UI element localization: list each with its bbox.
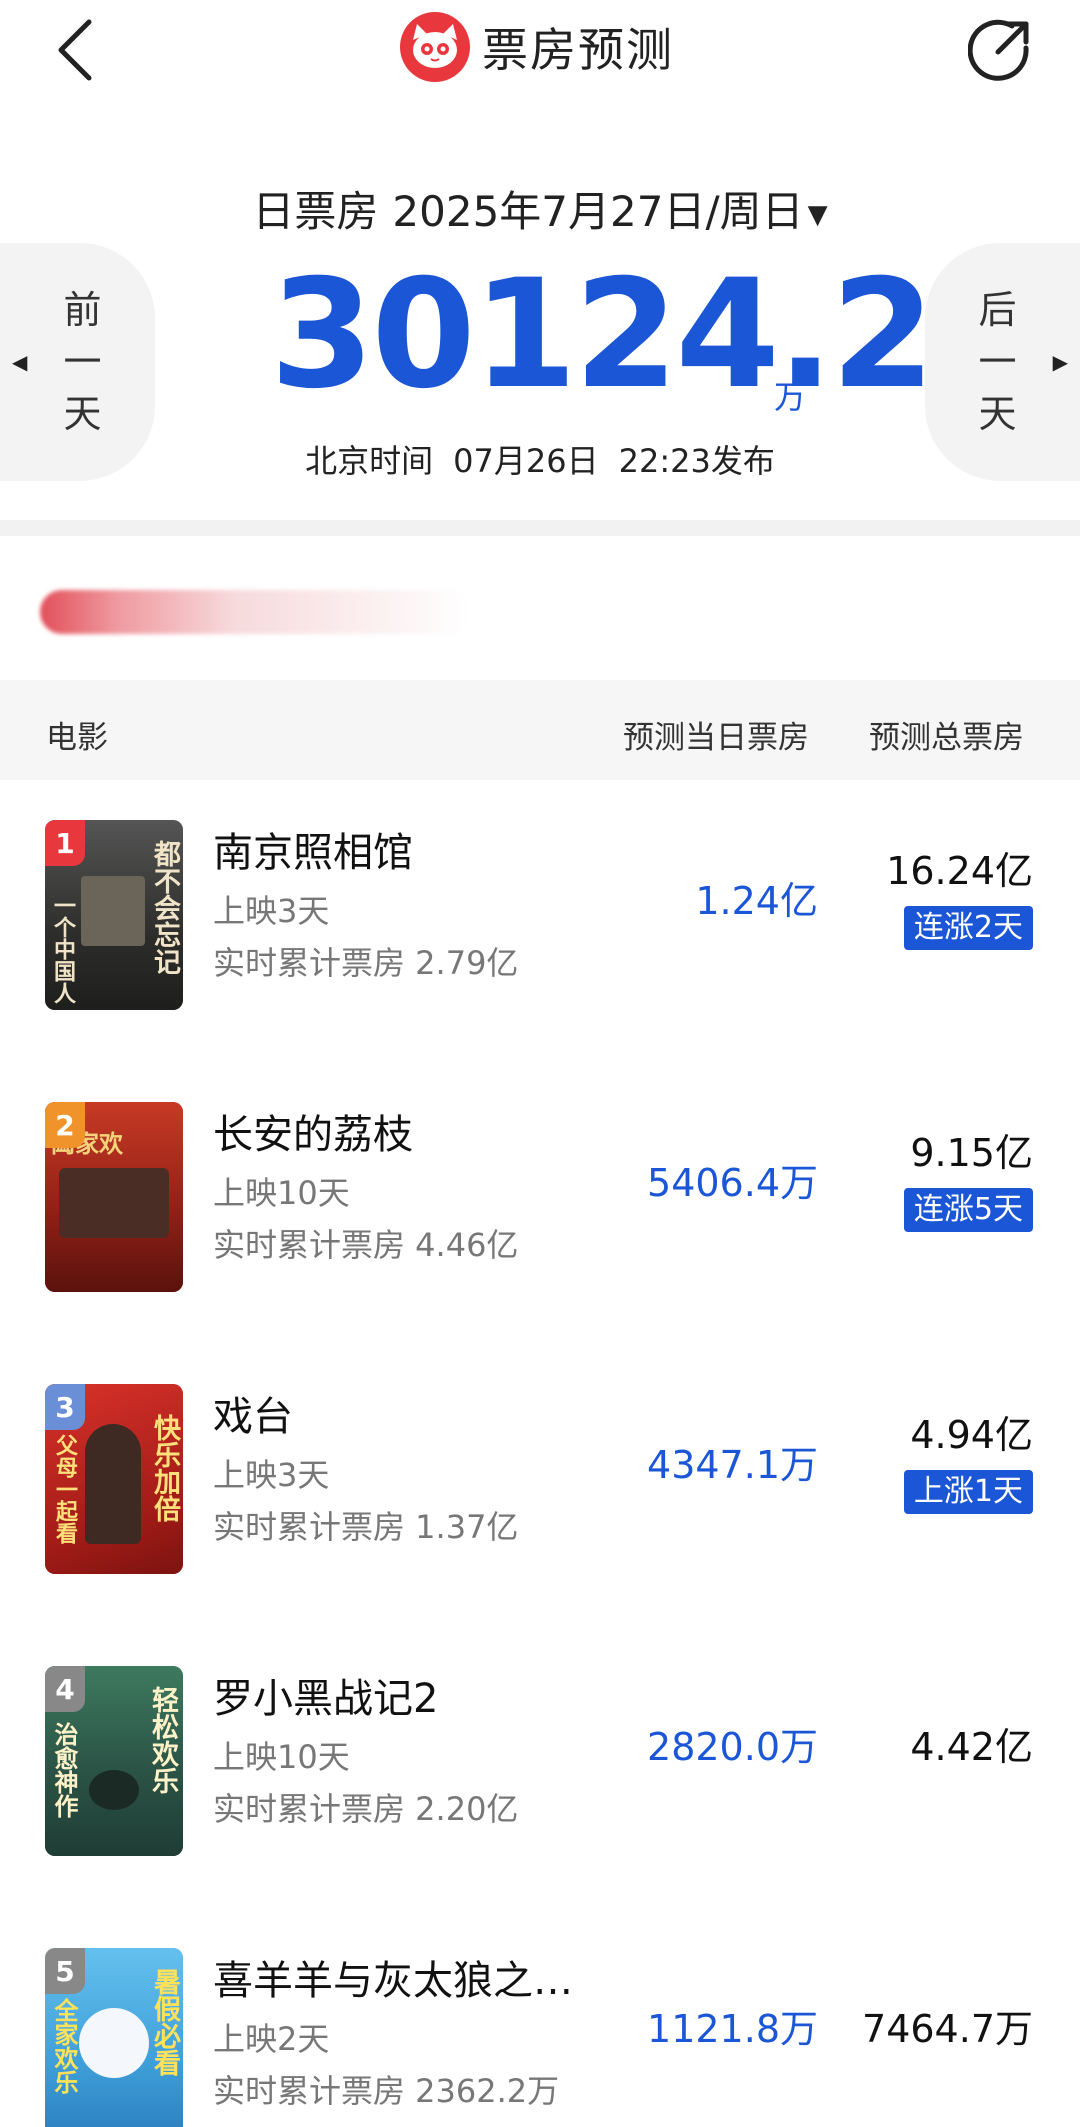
trend-badge: 连涨5天 (903, 1188, 1033, 1232)
day-forecast: 4347.1万 (647, 1443, 818, 1487)
day-forecast: 2820.0万 (647, 1725, 818, 1769)
trend-badge: 上涨1天 (903, 1470, 1033, 1514)
page-title: 票房预测 (482, 23, 674, 77)
rank-badge: 1 (45, 820, 85, 866)
prev-day-char: 天 (63, 392, 102, 436)
day-forecast: 1.24亿 (695, 879, 818, 923)
rank-badge: 2 (45, 1102, 85, 1148)
cat-logo-icon (400, 12, 470, 82)
share-button[interactable] (960, 10, 1040, 90)
banner-blurred[interactable] (40, 590, 470, 634)
table-header: 电影 预测当日票房 预测总票房 (0, 680, 1080, 780)
movie-row[interactable]: 都不会忘记 一个中国人 1 南京照相馆 上映3天 实时累计票房 2.79亿 1.… (0, 790, 1080, 1072)
cumulative-box-office: 实时累计票房 4.46亿 (213, 1226, 519, 1264)
movie-title: 喜羊羊与灰太狼之… (213, 1958, 573, 2004)
poster-slogan: 父母一起看 (52, 1434, 77, 1544)
publish-label: 北京时间 (305, 442, 434, 480)
movie-row[interactable]: 快乐加倍 父母一起看 3 戏台 上映3天 实时累计票房 1.37亿 4347.1… (0, 1354, 1080, 1636)
release-days: 上映3天 (213, 1456, 330, 1494)
cumulative-box-office: 实时累计票房 2.79亿 (213, 944, 519, 982)
triangle-left-icon: ◀ (12, 350, 28, 374)
total-unit: 万 (774, 378, 807, 416)
date-label: 日票房 (252, 187, 379, 236)
prev-day-char: 一 (63, 340, 102, 384)
publish-clock: 22:23发布 (618, 442, 775, 480)
release-days: 上映2天 (213, 2020, 330, 2058)
movie-poster: 轻松欢乐 治愈神作 4 (45, 1666, 183, 1856)
next-day-char: 天 (978, 392, 1017, 436)
release-days: 上映10天 (213, 1738, 350, 1776)
title-wrap: 票房预测 (400, 12, 674, 82)
movie-title: 长安的荔枝 (213, 1112, 413, 1158)
total-forecast: 7464.7万 (862, 2007, 1033, 2051)
rank-badge: 4 (45, 1666, 85, 1712)
day-forecast: 5406.4万 (647, 1161, 818, 1205)
poster-slogan: 快乐加倍 (149, 1414, 180, 1522)
release-days: 上映10天 (213, 1174, 350, 1212)
back-button[interactable] (40, 10, 110, 90)
movie-poster: 阖家欢 2 (45, 1102, 183, 1292)
total-box-office: 30124.2 (270, 248, 935, 422)
poster-slogan: 治愈神作 (50, 1722, 78, 1818)
poster-slogan: 全家欢乐 (50, 1998, 78, 2094)
movie-poster: 快乐加倍 父母一起看 3 (45, 1384, 183, 1574)
col-day-forecast: 预测当日票房 (623, 720, 809, 756)
poster-title-art (53, 1248, 173, 1272)
total-forecast: 9.15亿 (910, 1131, 1033, 1175)
movie-title: 戏台 (213, 1394, 293, 1440)
date-value: 2025年7月27日/周日 (392, 187, 804, 236)
chevron-left-icon (58, 19, 92, 81)
day-forecast: 1121.8万 (647, 2007, 818, 2051)
col-movie: 电影 (46, 720, 108, 756)
poster-slogan: 一个中国人 (50, 894, 75, 1004)
share-icon (968, 19, 1029, 81)
cumulative-box-office: 实时累计票房 1.37亿 (213, 1508, 519, 1546)
publish-date: 07月26日 (453, 442, 599, 480)
divider (0, 520, 1080, 536)
rank-badge: 5 (45, 1948, 85, 1994)
cumulative-box-office: 实时累计票房 2.20亿 (213, 1790, 519, 1828)
total-forecast: 4.42亿 (910, 1725, 1033, 1769)
next-day-char: 一 (978, 340, 1017, 384)
movie-row[interactable]: 轻松欢乐 治愈神作 4 罗小黑战记2 上映10天 实时累计票房 2.20亿 28… (0, 1636, 1080, 1918)
total-forecast: 4.94亿 (910, 1413, 1033, 1457)
rank-badge: 3 (45, 1384, 85, 1430)
cumulative-box-office: 实时累计票房 2362.2万 (213, 2072, 560, 2110)
total-forecast: 16.24亿 (886, 849, 1033, 893)
release-days: 上映3天 (213, 892, 330, 930)
movie-poster: 暑假必看 全家欢乐 5 (45, 1948, 183, 2127)
trend-badge: 连涨2天 (903, 906, 1033, 950)
poster-slogan: 暑假必看 (149, 1968, 180, 2076)
next-day-char: 后 (978, 288, 1017, 332)
caret-down-icon: ▼ (807, 199, 828, 230)
triangle-right-icon: ▶ (1052, 350, 1068, 374)
movie-row[interactable]: 暑假必看 全家欢乐 5 喜羊羊与灰太狼之… 上映2天 实时累计票房 2362.2… (0, 1918, 1080, 2127)
movie-title: 罗小黑战记2 (213, 1676, 439, 1722)
poster-slogan: 都不会忘记 (149, 840, 180, 975)
col-total-forecast: 预测总票房 (869, 720, 1024, 756)
poster-slogan: 轻松欢乐 (147, 1686, 178, 1794)
movie-title: 南京照相馆 (213, 830, 413, 876)
prev-day-char: 前 (63, 288, 102, 332)
movie-row[interactable]: 阖家欢 2 长安的荔枝 上映10天 实时累计票房 4.46亿 5406.4万 9… (0, 1072, 1080, 1354)
date-selector[interactable]: 日票房 2025年7月27日/周日 ▼ (0, 178, 1080, 239)
top-bar: 票房预测 (0, 0, 1080, 110)
movie-poster: 都不会忘记 一个中国人 1 (45, 820, 183, 1010)
publish-time: 北京时间 07月26日 22:23发布 (0, 436, 1080, 482)
